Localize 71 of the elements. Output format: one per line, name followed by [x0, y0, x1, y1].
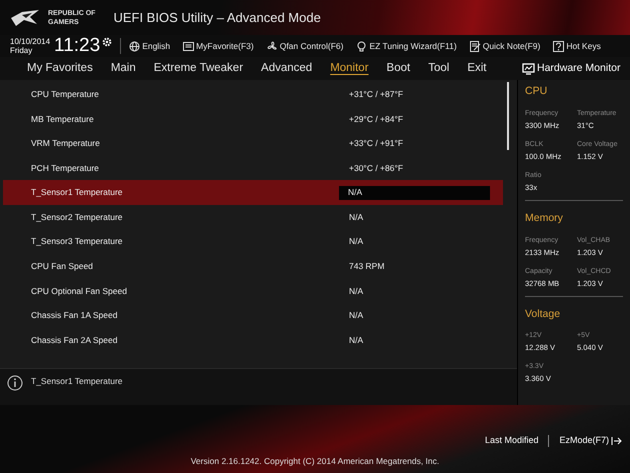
setting-row[interactable]: Chassis Fan 1A Speed N/A	[3, 303, 503, 328]
setting-value: N/A	[348, 284, 364, 298]
toolbar-button[interactable]: Hot Keys	[553, 40, 601, 52]
toolbar-button[interactable]: EZ Tuning Wizard(F11)	[356, 40, 457, 52]
setting-label: CPU Temperature	[30, 88, 100, 101]
help-icon	[553, 40, 564, 52]
setting-label: T_Sensor2 Temperature	[30, 210, 124, 224]
setting-value: +29°C / +84°F	[348, 112, 404, 126]
setting-row[interactable]: CPU Fan Speed 743 RPM	[3, 254, 503, 279]
section-title: Memory	[525, 210, 564, 226]
toolbar-button[interactable]: English	[129, 40, 170, 52]
tab[interactable]: Tool	[419, 60, 458, 78]
exit-icon	[611, 436, 622, 446]
section-title: Voltage	[525, 306, 562, 322]
settings-icon[interactable]	[102, 37, 112, 47]
bulb-icon	[356, 40, 368, 52]
tab[interactable]: Main	[102, 60, 145, 78]
setting-label: Chassis Fan 1A Speed	[30, 309, 118, 322]
setting-value: +30°C / +86°F	[348, 162, 404, 174]
setting-label: MB Temperature	[30, 112, 95, 126]
scrollbar[interactable]	[507, 82, 509, 150]
setting-value: N/A	[339, 186, 490, 200]
setting-label: T_Sensor3 Temperature	[30, 235, 124, 248]
day-text: Friday	[10, 46, 34, 55]
setting-value: +33°C / +91°F	[348, 137, 404, 150]
fan-icon	[266, 40, 278, 52]
ez-mode-button[interactable]: EzMode(F7)	[559, 434, 609, 448]
setting-label: Chassis Fan 2A Speed	[30, 334, 118, 347]
tab[interactable]: Boot	[378, 60, 420, 78]
setting-row[interactable]: VRM Temperature +33°C / +91°F	[3, 131, 503, 156]
setting-label: VRM Temperature	[30, 137, 101, 150]
setting-value: N/A	[348, 235, 364, 248]
tab[interactable]: Exit	[458, 60, 496, 78]
setting-value: +31°C / +87°F	[348, 88, 404, 101]
tab[interactable]: My Favorites	[18, 60, 102, 78]
setting-row[interactable]: CPU Temperature +31°C / +87°F	[3, 82, 503, 107]
setting-label: CPU Optional Fan Speed	[30, 284, 128, 298]
tab[interactable]: Monitor	[321, 60, 378, 78]
setting-row[interactable]: T_Sensor2 Temperature N/A	[3, 204, 503, 230]
setting-label: CPU Fan Speed	[30, 260, 94, 273]
tab[interactable]: Extreme Tweaker	[144, 60, 252, 78]
setting-row[interactable]: MB Temperature +29°C / +84°F	[3, 106, 503, 132]
last-modified-button[interactable]: Last Modified	[484, 434, 538, 448]
clock-text: 11:23	[54, 36, 100, 56]
help-text: T_Sensor1 Temperature	[31, 375, 123, 388]
toolbar-button[interactable]: MyFavorite(F3)	[183, 40, 254, 52]
setting-row[interactable]: Chassis Fan 2A Speed N/A	[3, 328, 503, 353]
setting-label: PCH Temperature	[30, 162, 100, 174]
setting-label: T_Sensor1 Temperature	[30, 186, 124, 200]
toolbar-button[interactable]: Qfan Control(F6)	[266, 40, 344, 52]
setting-row[interactable]: T_Sensor1 Temperature N/A	[3, 180, 503, 205]
version-text: Version 2.16.1242. Copyright (C) 2014 American Megatrends, Inc.	[190, 455, 440, 468]
note-icon	[470, 40, 481, 52]
tab[interactable]: Advanced	[252, 60, 322, 78]
section-title: CPU	[525, 84, 548, 99]
list-icon	[183, 40, 194, 52]
setting-row[interactable]: CPU Optional Fan Speed N/A	[3, 278, 503, 304]
window-title: UEFI BIOS Utility – Advanced Mode	[113, 8, 321, 27]
setting-value: N/A	[348, 210, 364, 224]
info-icon	[7, 375, 23, 391]
setting-value: 743 RPM	[348, 260, 386, 273]
logo-icon	[10, 8, 40, 26]
globe-icon	[129, 40, 140, 52]
monitor-icon	[522, 62, 535, 74]
setting-row[interactable]: PCH Temperature +30°C / +86°F	[3, 156, 503, 180]
setting-value: N/A	[348, 309, 364, 322]
date-text: 10/10/2014	[10, 37, 50, 46]
setting-value: N/A	[348, 334, 364, 347]
panel-title: Hardware Monitor	[537, 60, 620, 76]
toolbar-button[interactable]: Quick Note(F9)	[470, 40, 540, 52]
setting-row[interactable]: T_Sensor3 Temperature N/A	[3, 230, 503, 254]
